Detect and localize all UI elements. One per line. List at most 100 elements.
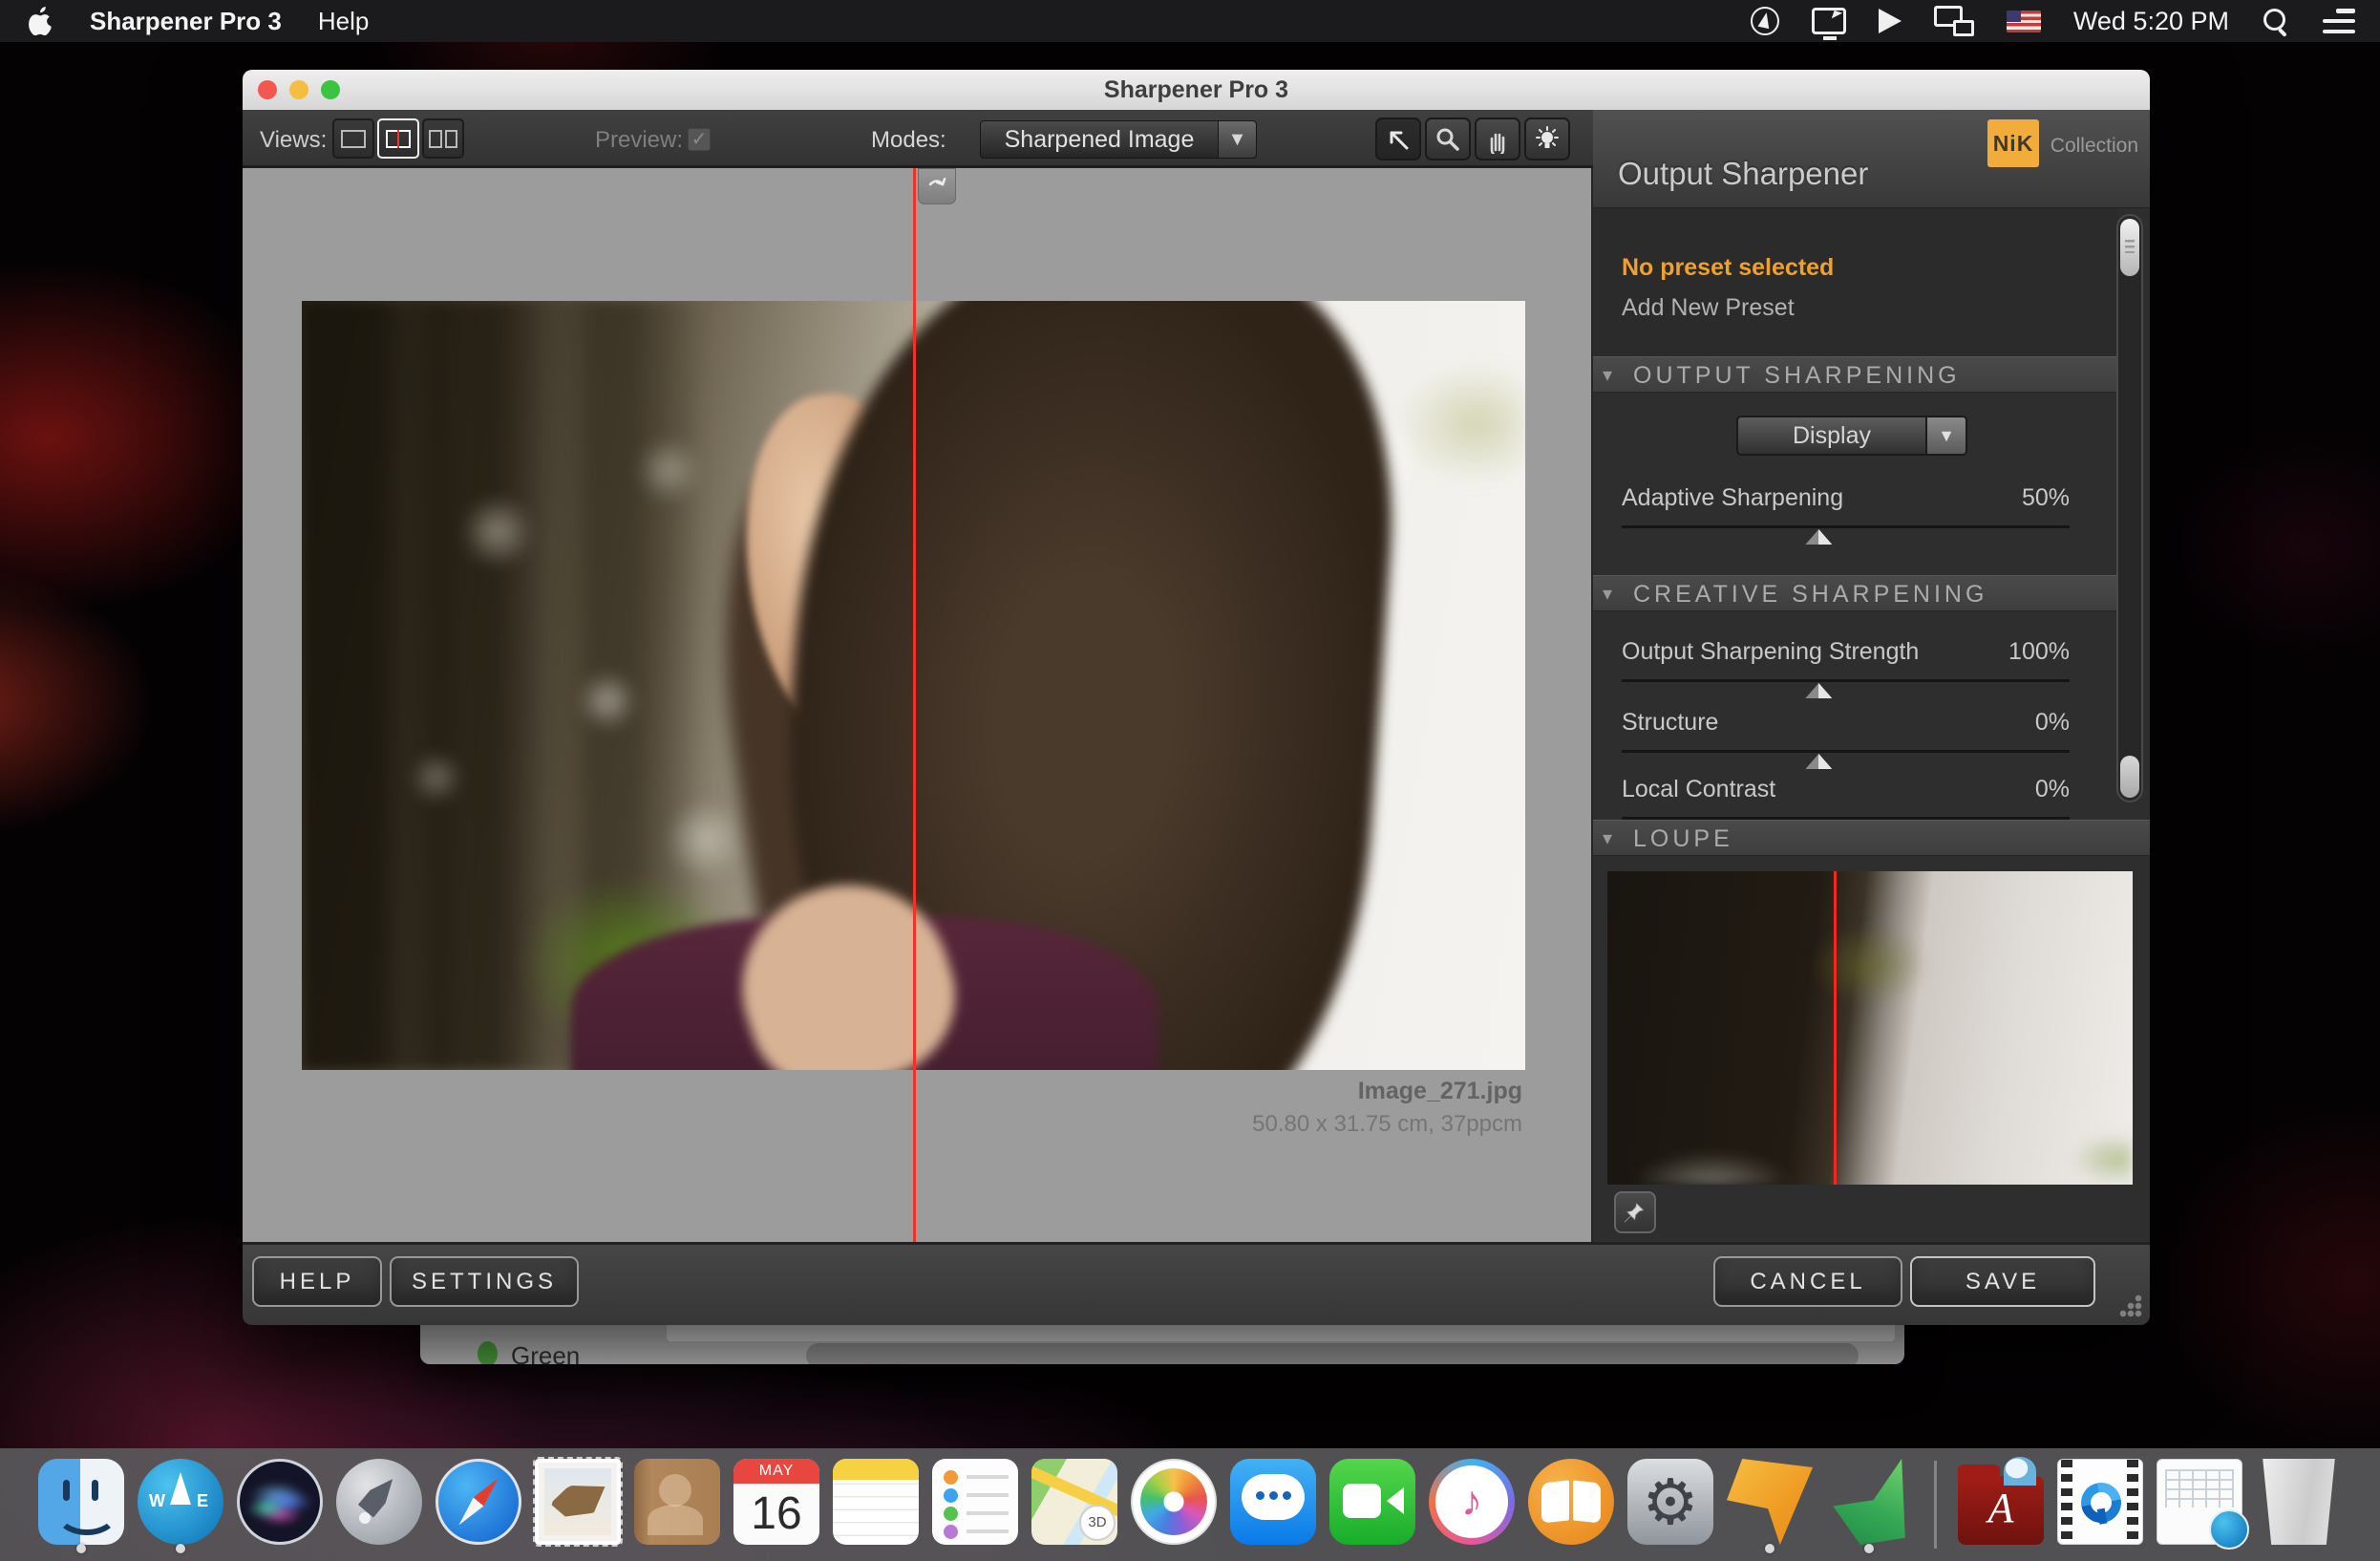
- output-device-dropdown[interactable]: Display ▼: [1736, 416, 1967, 456]
- scrollbar-thumb[interactable]: [2120, 219, 2139, 276]
- resize-grip[interactable]: [2117, 1293, 2142, 1317]
- messages-dock-icon[interactable]: [1230, 1459, 1316, 1545]
- settings-panel: Output Sharpener NiK Collection No prese…: [1593, 110, 2150, 1242]
- dock-item-itunes[interactable]: [1428, 1457, 1517, 1552]
- add-new-preset-link[interactable]: Add New Preset: [1622, 294, 1795, 322]
- dock-item-photos[interactable]: [1130, 1457, 1219, 1552]
- dock-item-sheet[interactable]: [2156, 1457, 2244, 1552]
- settings-button[interactable]: SETTINGS: [390, 1256, 579, 1307]
- loupe-preview[interactable]: [1607, 871, 2133, 1185]
- slider-handle[interactable]: [1805, 754, 1832, 769]
- dock-item-reminders[interactable]: [931, 1457, 1020, 1552]
- slider-track[interactable]: [1622, 679, 2070, 682]
- dock-item-finder[interactable]: [37, 1457, 126, 1552]
- dock-item-facetime[interactable]: [1328, 1457, 1417, 1552]
- apple-menu-icon[interactable]: [29, 7, 53, 35]
- creative-sharpening-section-header[interactable]: ▾ CREATIVE SHARPENING: [1593, 575, 2118, 611]
- output-sharpening-section-header[interactable]: ▾ OUTPUT SHARPENING: [1593, 356, 2118, 393]
- dock-item-siri[interactable]: [236, 1457, 325, 1552]
- reminders-dock-icon[interactable]: [932, 1459, 1018, 1545]
- slider-track[interactable]: [1622, 750, 2070, 753]
- input-source-flag-icon[interactable]: [2007, 11, 2041, 32]
- pan-tool-button[interactable]: [1475, 118, 1520, 160]
- displays-icon[interactable]: [1934, 6, 1974, 36]
- launchpad-dock-icon[interactable]: [336, 1459, 422, 1545]
- save-button[interactable]: SAVE: [1910, 1256, 2095, 1307]
- compass-dock-icon[interactable]: [138, 1459, 223, 1545]
- safari-dock-icon[interactable]: [436, 1459, 521, 1545]
- panel-scrollbar[interactable]: [2116, 214, 2143, 802]
- side-by-side-view-button[interactable]: [422, 118, 464, 159]
- cancel-button[interactable]: CANCEL: [1713, 1256, 1902, 1307]
- dock-item-safari[interactable]: [435, 1457, 523, 1552]
- dock-item-contacts[interactable]: [633, 1457, 722, 1552]
- zoom-tool-button[interactable]: [1425, 118, 1471, 160]
- output-sharpening-strength-slider: Output Sharpening Strength 100%: [1622, 638, 2070, 695]
- green-arrow-dock-icon[interactable]: [1826, 1459, 1912, 1545]
- notes-dock-icon[interactable]: [833, 1459, 919, 1545]
- menubar-clock[interactable]: Wed 5:20 PM: [2073, 7, 2229, 36]
- mail-dock-icon[interactable]: [535, 1459, 621, 1545]
- dock-item-ibooks[interactable]: [1527, 1457, 1616, 1552]
- dock-item-green-arrow[interactable]: [1825, 1457, 1914, 1552]
- location-services-icon[interactable]: [1751, 7, 1779, 35]
- orange-arrow-dock-icon[interactable]: [1727, 1459, 1813, 1545]
- calendar-dock-icon[interactable]: MAY16: [733, 1459, 819, 1545]
- dock-item-mail[interactable]: [534, 1457, 623, 1552]
- slider-handle[interactable]: [1805, 683, 1832, 698]
- image-canvas[interactable]: Image_271.jpg 50.80 x 31.75 cm, 37ppcm: [243, 168, 1593, 1242]
- window-titlebar[interactable]: Sharpener Pro 3: [243, 70, 2150, 110]
- slider-track[interactable]: [1622, 525, 2070, 528]
- dock-item-trash[interactable]: [2255, 1457, 2344, 1552]
- horizontal-scrollbar[interactable]: [806, 1343, 1859, 1364]
- dock-item-notes[interactable]: [832, 1457, 921, 1552]
- split-orientation-button[interactable]: [918, 168, 956, 204]
- dock-item-acrobat[interactable]: [1957, 1457, 2046, 1552]
- facetime-dock-icon[interactable]: [1329, 1459, 1415, 1545]
- maps-dock-icon[interactable]: [1031, 1459, 1117, 1545]
- folder-tab: [1958, 1465, 2000, 1484]
- lightbulb-tool-button[interactable]: [1524, 118, 1570, 160]
- file-dimensions: 50.80 x 31.75 cm, 37ppcm: [1252, 1111, 1522, 1138]
- split-view-button[interactable]: [377, 118, 419, 159]
- loupe-pin-button[interactable]: [1614, 1191, 1656, 1233]
- notification-center-icon[interactable]: [2323, 9, 2355, 33]
- dock-item-orange-arrow[interactable]: [1726, 1457, 1815, 1552]
- slider-handle[interactable]: [1805, 529, 1832, 545]
- quicktime-dock-icon[interactable]: [2057, 1459, 2143, 1545]
- photos-dock-icon[interactable]: [1131, 1459, 1217, 1545]
- dock-item-calendar[interactable]: MAY16: [733, 1457, 821, 1552]
- dock-item-maps[interactable]: [1031, 1457, 1119, 1552]
- dock-item-sysprefs[interactable]: ⚙: [1626, 1457, 1715, 1552]
- dock-item-launchpad[interactable]: [335, 1457, 424, 1552]
- rotate-arrow-icon: [925, 175, 948, 198]
- screen-sharing-icon[interactable]: [1812, 8, 1846, 34]
- sysprefs-dock-icon[interactable]: ⚙: [1627, 1459, 1713, 1545]
- trash-dock-icon[interactable]: [2256, 1459, 2342, 1545]
- select-tool-button[interactable]: [1375, 118, 1421, 160]
- spotlight-icon[interactable]: [2262, 7, 2290, 35]
- menubar-app-name[interactable]: Sharpener Pro 3: [90, 7, 282, 36]
- contacts-dock-icon[interactable]: [634, 1459, 720, 1545]
- help-button[interactable]: HELP: [252, 1256, 382, 1307]
- siri-dock-icon[interactable]: [237, 1459, 323, 1545]
- ibooks-dock-icon[interactable]: [1528, 1459, 1614, 1545]
- preview-checkbox[interactable]: ✓: [688, 128, 711, 151]
- finder-dock-icon[interactable]: [38, 1459, 124, 1545]
- minimize-button[interactable]: [289, 80, 308, 99]
- menubar-help[interactable]: Help: [318, 7, 369, 36]
- itunes-dock-icon[interactable]: [1429, 1459, 1515, 1545]
- zoom-button[interactable]: [321, 80, 340, 99]
- dock-item-messages[interactable]: [1229, 1457, 1318, 1552]
- preset-block: No preset selected Add New Preset: [1593, 208, 2118, 356]
- sheet-dock-icon[interactable]: [2157, 1459, 2242, 1545]
- modes-dropdown[interactable]: Sharpened Image ▼: [980, 120, 1257, 159]
- loupe-section-header[interactable]: ▾ LOUPE: [1593, 820, 2150, 856]
- split-preview-line[interactable]: [913, 168, 916, 1242]
- dock-item-compass[interactable]: [137, 1457, 225, 1552]
- single-view-button[interactable]: [332, 118, 374, 159]
- airplay-icon[interactable]: [1879, 9, 1902, 33]
- dock-item-quicktime[interactable]: [2056, 1457, 2145, 1552]
- close-button[interactable]: [258, 80, 277, 99]
- acrobat-dock-icon[interactable]: [1958, 1459, 2044, 1545]
